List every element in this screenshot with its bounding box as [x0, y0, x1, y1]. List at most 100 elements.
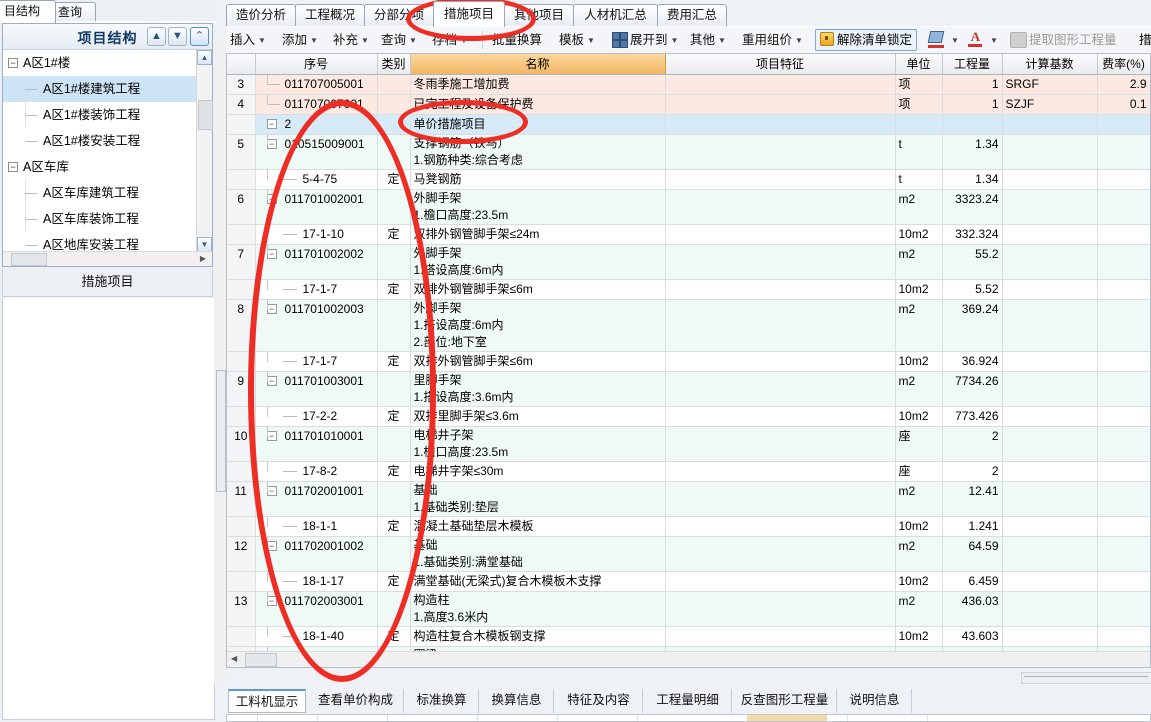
bottom-tab-unit-price[interactable]: 查看单价构成: [308, 689, 404, 713]
cell-qty[interactable]: 36.924: [942, 351, 1003, 372]
chevron-down-icon[interactable]: ▼: [951, 36, 959, 45]
cell-qty[interactable]: 332.324: [942, 224, 1003, 245]
cell-code[interactable]: 18-1-1: [255, 516, 378, 537]
cell-qty[interactable]: 1: [942, 94, 1003, 115]
cell-base[interactable]: [1002, 299, 1098, 352]
table-row[interactable]: 18-1-1 定混凝土基础垫层木模板 10m2 1.241: [227, 516, 1150, 537]
table-row[interactable]: 18-1-40 定构造柱复合木模板钢支撑 10m2 43.603: [227, 626, 1150, 647]
cell-feature[interactable]: [665, 426, 896, 462]
cell-rownum[interactable]: 6: [227, 189, 256, 225]
cell-rownum[interactable]: 7: [227, 244, 256, 280]
cell-qty[interactable]: 436.03: [942, 591, 1003, 627]
chevron-down-icon[interactable]: ▼: [795, 36, 803, 45]
table-row[interactable]: 17-1-10 定双排外钢管脚手架≤24m 10m2 332.324: [227, 224, 1150, 245]
cell-unit[interactable]: 10m2: [895, 279, 943, 300]
cell-name[interactable]: 马凳钢筋: [410, 169, 666, 190]
cell-rownum[interactable]: [227, 461, 256, 482]
unlock-list-button[interactable]: 解除清单锁定: [815, 29, 918, 51]
bottom-tab-reverse-graphic[interactable]: 反查图形工程量: [733, 689, 837, 713]
cell-code[interactable]: 17-1-10: [255, 224, 378, 245]
tab-other-items[interactable]: 其他项目: [504, 4, 574, 27]
cell-code[interactable]: 011707007001: [255, 94, 378, 115]
cell-type[interactable]: [377, 134, 411, 170]
cell-unit[interactable]: [895, 114, 943, 135]
tab-measure-items[interactable]: 措施项目: [433, 1, 505, 27]
table-row[interactable]: 4 011707007001 已完工程及设备保护费 项 1 SZJF 0.1: [227, 94, 1150, 115]
cell-qty[interactable]: 7734.26: [942, 371, 1003, 407]
tree-node[interactable]: A区车库装饰工程: [3, 206, 212, 232]
cell-name[interactable]: 外脚手架 1.檐口高度:23.5m: [410, 189, 666, 225]
cell-qty[interactable]: 2: [942, 461, 1003, 482]
cell-qty[interactable]: 64.59: [942, 536, 1003, 572]
cell-base[interactable]: [1002, 114, 1098, 135]
cell-rownum[interactable]: [227, 224, 256, 245]
cell-rownum[interactable]: [227, 169, 256, 190]
cell-rate[interactable]: [1097, 371, 1150, 407]
table-row[interactable]: 17-8-2 定电梯井字架≤30m 座2: [227, 461, 1150, 482]
table-row[interactable]: 8−011701002003 外脚手架 1.搭设高度:6m内 2.部位:地下室 m2…: [227, 299, 1150, 352]
cell-qty[interactable]: 773.426: [942, 406, 1003, 427]
cell-name[interactable]: 双排外钢管脚手架≤6m: [410, 279, 666, 300]
cell-feature[interactable]: [665, 461, 896, 482]
cell-name[interactable]: 基础 1.基础类别:垫层: [410, 481, 666, 517]
cell-unit[interactable]: 10m2: [895, 571, 943, 592]
cell-type[interactable]: 定: [377, 351, 411, 372]
bottom-detail-grid[interactable]: [226, 714, 1151, 722]
cell-rate[interactable]: [1097, 224, 1150, 245]
tree-node[interactable]: − A区1#楼: [3, 50, 212, 76]
cell-feature[interactable]: [665, 189, 896, 225]
table-row[interactable]: 18-1-17 定满堂基础(无梁式)复合木模板木支撑 10m2 6.459: [227, 571, 1150, 592]
chevron-down-icon[interactable]: ▼: [671, 36, 679, 45]
detail-scrollbar[interactable]: [1021, 672, 1151, 684]
toolbar-batch-convert[interactable]: 批量换算: [492, 30, 542, 50]
table-row[interactable]: 5-4-75 定马凳钢筋 t 1.34: [227, 169, 1150, 190]
font-color-icon[interactable]: A: [968, 30, 983, 48]
cell-feature[interactable]: [665, 134, 896, 170]
bottom-tab-convert-info[interactable]: 换算信息: [480, 689, 554, 713]
scroll-down-icon[interactable]: ▼: [197, 237, 212, 252]
toolbar-template[interactable]: 模板 ▼: [559, 30, 595, 50]
cell-base[interactable]: [1002, 536, 1098, 572]
cell-code[interactable]: −011702001002: [255, 536, 378, 572]
cell-base[interactable]: [1002, 516, 1098, 537]
toolbar-other[interactable]: 其他 ▼: [690, 30, 726, 50]
tree-node[interactable]: A区1#楼装饰工程: [3, 102, 212, 128]
table-row[interactable]: 10−011701010001 电梯井子架 1.檐口高度:23.5m 座2: [227, 426, 1150, 462]
tab-fee-summary[interactable]: 费用汇总: [657, 4, 727, 27]
cell-code[interactable]: 18-1-17: [255, 571, 378, 592]
cell-type[interactable]: [377, 94, 411, 115]
cell-base[interactable]: SRGF: [1002, 74, 1098, 95]
tab-division-items[interactable]: 分部分项: [364, 4, 434, 27]
col-header-feature[interactable]: 项目特征: [665, 54, 896, 75]
cell-unit[interactable]: 10m2: [895, 626, 943, 647]
cell-unit[interactable]: 座: [895, 461, 943, 482]
cell-unit[interactable]: m2: [895, 244, 943, 280]
cell-unit[interactable]: 10m2: [895, 406, 943, 427]
cell-type[interactable]: 定: [377, 626, 411, 647]
expander-icon[interactable]: −: [266, 485, 277, 496]
expander-icon[interactable]: −: [8, 162, 18, 172]
cell-rate[interactable]: [1097, 169, 1150, 190]
cell-unit[interactable]: t: [895, 169, 943, 190]
cell-unit[interactable]: t: [895, 134, 943, 170]
cell-feature[interactable]: [665, 74, 896, 95]
chevron-down-icon[interactable]: ▼: [587, 36, 595, 45]
toolbar-expand-to[interactable]: 展开到 ▼: [630, 30, 678, 50]
cell-rate[interactable]: [1097, 406, 1150, 427]
cell-base[interactable]: [1002, 134, 1098, 170]
table-row[interactable]: 6−011701002001 外脚手架 1.檐口高度:23.5m m2 3323.2…: [227, 189, 1150, 225]
chevron-down-icon[interactable]: ▼: [990, 36, 998, 45]
cell-rate[interactable]: [1097, 114, 1150, 135]
cell-base[interactable]: [1002, 189, 1098, 225]
tab-project-structure[interactable]: 目结构: [0, 0, 56, 23]
move-down-icon[interactable]: ▼: [168, 27, 187, 46]
cell-type[interactable]: [377, 299, 411, 352]
scroll-right-icon[interactable]: ▶: [200, 254, 206, 263]
cell-rownum[interactable]: 5: [227, 134, 256, 170]
cell-unit[interactable]: 10m2: [895, 224, 943, 245]
cell-feature[interactable]: [665, 536, 896, 572]
col-header-base[interactable]: 计算基数: [1002, 54, 1098, 75]
cell-code[interactable]: −011702003001: [255, 591, 378, 627]
cell-unit[interactable]: 项: [895, 74, 943, 95]
cell-rownum[interactable]: 10: [227, 426, 256, 462]
